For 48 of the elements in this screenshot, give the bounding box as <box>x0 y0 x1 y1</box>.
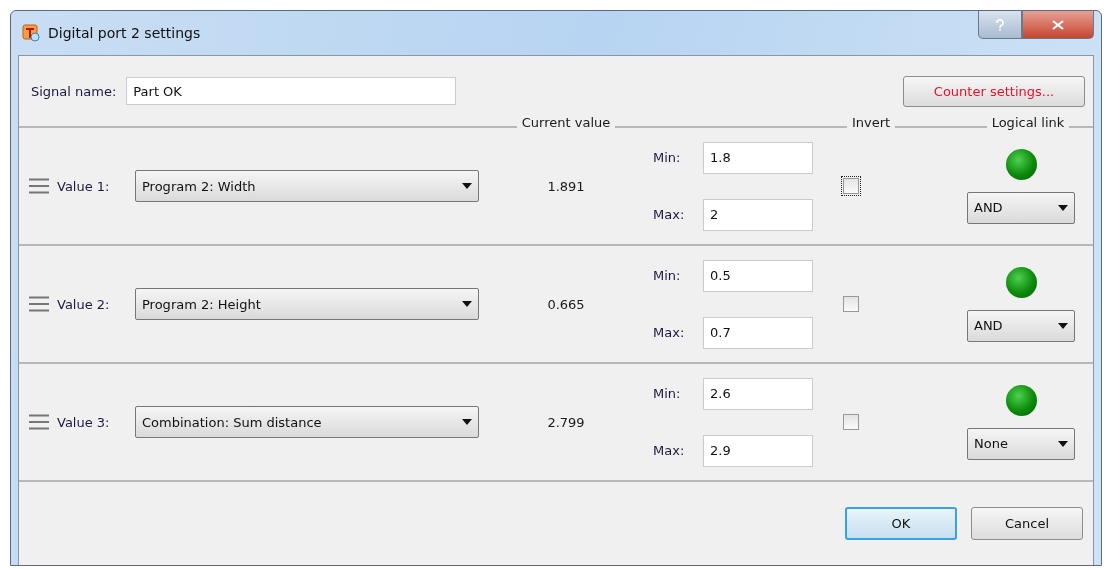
max-field[interactable]: 2.9 <box>703 434 813 467</box>
min-label: Min: <box>653 266 682 285</box>
drag-handle-icon[interactable] <box>29 414 49 430</box>
value-label: Value 1: <box>57 178 111 194</box>
source-dropdown[interactable]: Program 2: Width <box>135 170 479 202</box>
source-dropdown[interactable]: Combination: Sum distance <box>135 406 479 438</box>
max-label: Max: <box>653 205 686 224</box>
window-title: Digital port 2 settings <box>48 25 201 41</box>
min-field[interactable]: 2.6 <box>703 377 813 410</box>
source-dropdown[interactable]: Program 2: Height <box>135 288 479 320</box>
min-label: Min: <box>653 148 682 167</box>
caret-icon <box>1058 322 1068 329</box>
signal-name-label: Signal name: <box>31 83 117 99</box>
column-header: Logical link <box>986 114 1070 130</box>
value-label: Value 3: <box>57 414 111 430</box>
max-field[interactable]: 2 <box>703 198 813 231</box>
current-value: 1.891 <box>546 178 586 194</box>
help-icon <box>995 18 1005 31</box>
app-icon <box>22 24 40 42</box>
caret-icon <box>462 301 472 307</box>
drag-handle-icon[interactable] <box>29 178 49 194</box>
max-field[interactable]: 0.7 <box>703 316 813 349</box>
logical-link-dropdown[interactable]: None <box>967 427 1075 460</box>
dialog-button[interactable]: Cancel <box>971 507 1083 540</box>
logical-link-dropdown[interactable]: AND <box>967 309 1075 342</box>
min-field[interactable]: 1.8 <box>703 141 813 174</box>
current-value: 0.665 <box>546 296 586 312</box>
caret-icon <box>1058 440 1068 447</box>
min-label: Min: <box>653 384 682 403</box>
close-button[interactable] <box>1022 11 1094 39</box>
invert-checkbox[interactable] <box>843 296 859 312</box>
max-label: Max: <box>653 323 686 342</box>
caret-icon <box>1058 204 1068 211</box>
counter-settings-button[interactable]: Counter settings... <box>903 75 1085 107</box>
invert-checkbox[interactable] <box>843 414 859 430</box>
signal-name-field[interactable]: Part OK <box>126 77 457 105</box>
drag-handle-icon[interactable] <box>29 296 49 312</box>
value-label: Value 2: <box>57 296 111 312</box>
current-value: 2.799 <box>546 414 586 430</box>
caret-icon <box>462 183 472 189</box>
max-label: Max: <box>653 441 686 460</box>
dialog-button[interactable]: OK <box>845 507 957 540</box>
close-icon <box>1052 19 1064 30</box>
help-button[interactable] <box>978 11 1022 39</box>
logical-link-dropdown[interactable]: AND <box>967 191 1075 224</box>
min-field[interactable]: 0.5 <box>703 259 813 292</box>
column-header: Current value <box>516 114 616 130</box>
caret-icon <box>462 419 472 425</box>
